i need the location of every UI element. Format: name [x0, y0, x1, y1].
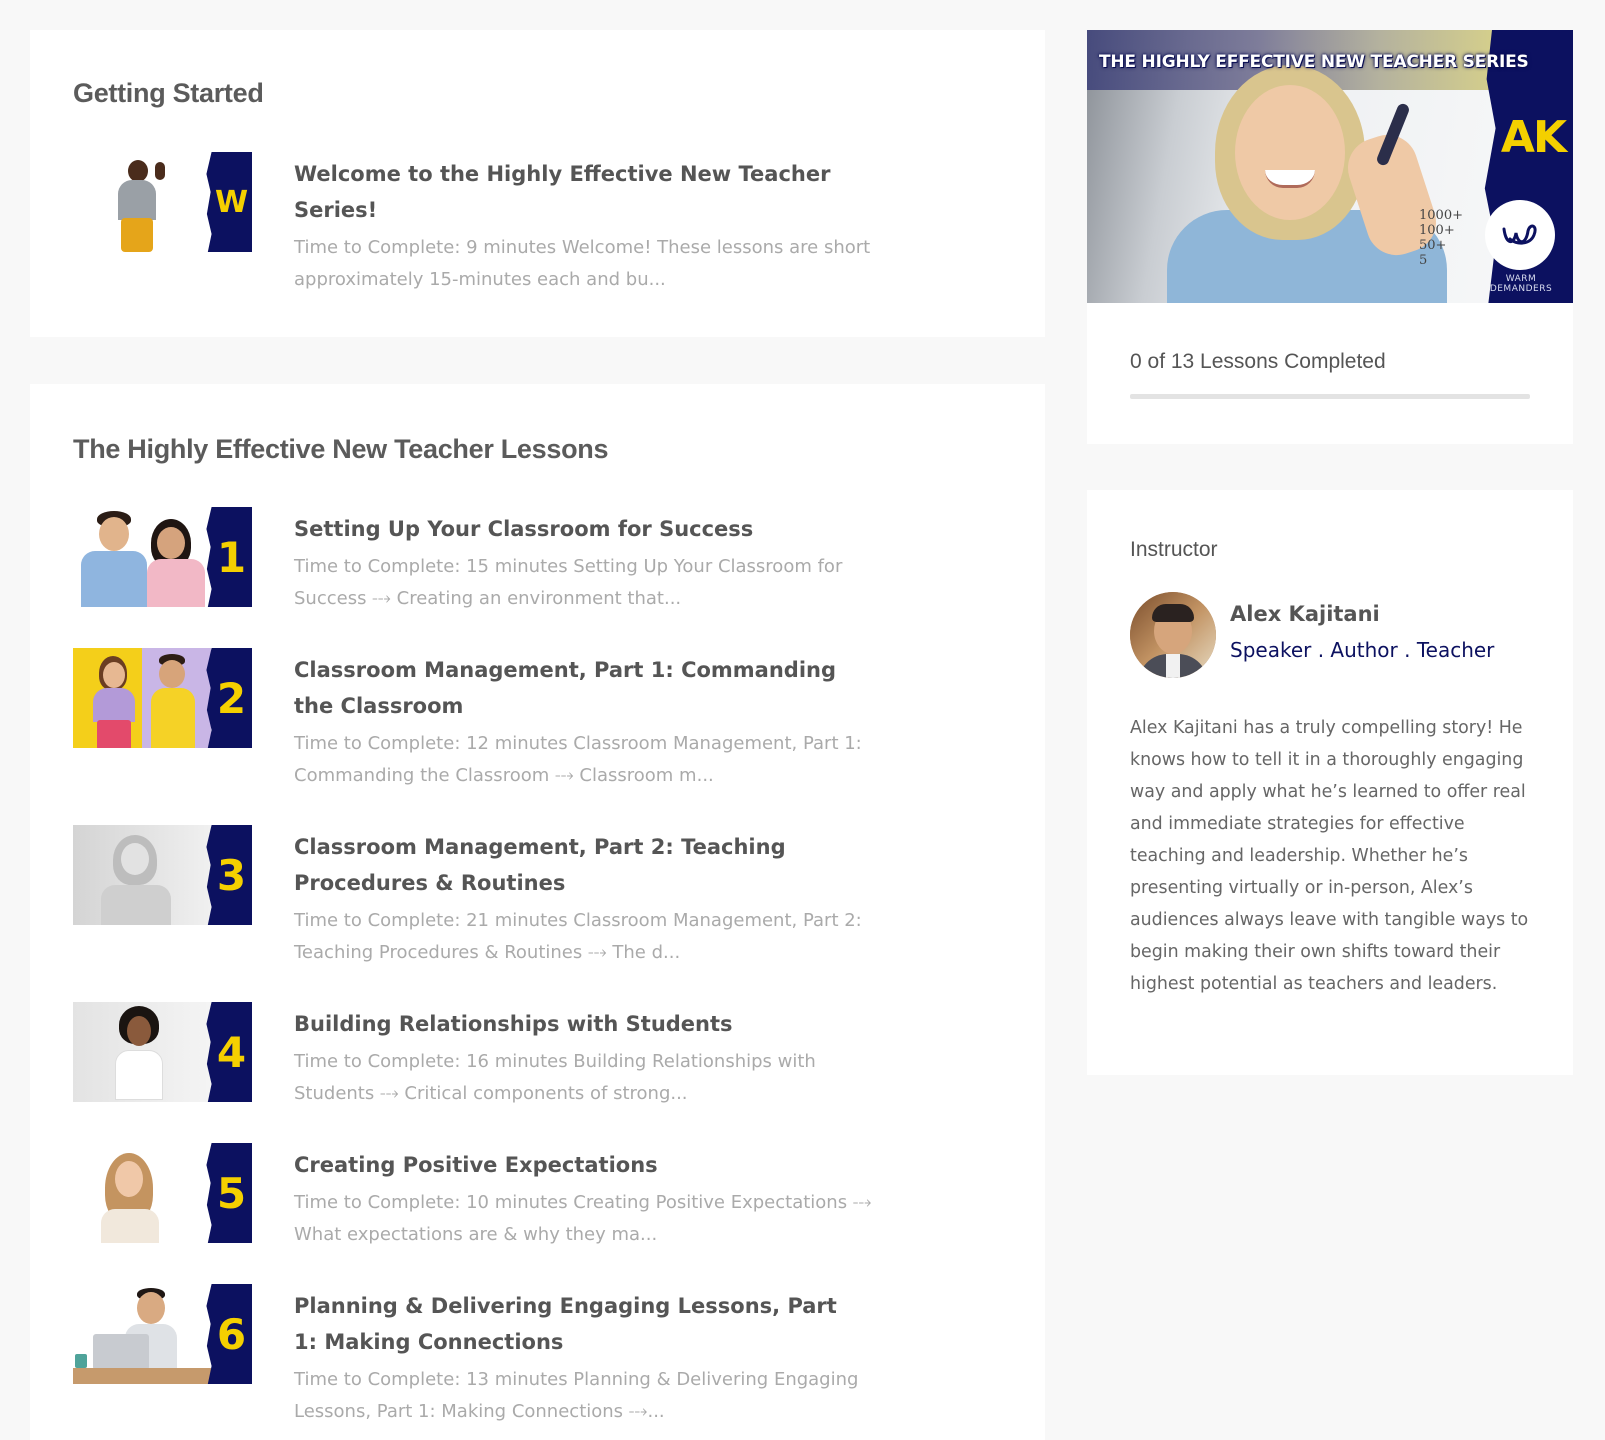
- lesson-thumbnail[interactable]: 1: [73, 507, 252, 607]
- lesson-thumbnail[interactable]: 2: [73, 648, 252, 748]
- lessons-card: The Highly Effective New Teacher Lessons…: [30, 384, 1045, 1440]
- instructor-role: Speaker . Author . Teacher: [1230, 638, 1495, 662]
- lesson-title-link[interactable]: Creating Positive Expectations: [294, 1147, 854, 1183]
- lesson-item-6[interactable]: 6 Planning & Delivering Engaging Lessons…: [73, 1284, 873, 1434]
- lesson-title-link[interactable]: Planning & Delivering Engaging Lessons, …: [294, 1288, 854, 1360]
- lesson-photo: [73, 1284, 211, 1384]
- lesson-badge: 2: [216, 673, 247, 723]
- lesson-description: Time to Complete: 10 minutes Creating Po…: [294, 1192, 872, 1245]
- logo-caption: WARM DEMANDERS: [1489, 274, 1553, 294]
- course-hero-image[interactable]: 1000+ 100+ 50+ 5 THE HIGHLY EFFECTIVE NE…: [1087, 30, 1573, 303]
- section-title-getting-started: Getting Started: [73, 78, 264, 108]
- lesson-thumbnail[interactable]: 3: [73, 825, 252, 925]
- course-banner-text: THE HIGHLY EFFECTIVE NEW TEACHER SERIES: [1099, 52, 1529, 72]
- lesson-item-welcome[interactable]: W Welcome to the Highly Effective New Te…: [73, 152, 873, 302]
- instructor-card: Instructor Alex Kajitani Speaker . Autho…: [1087, 490, 1573, 1075]
- course-card: 1000+ 100+ 50+ 5 THE HIGHLY EFFECTIVE NE…: [1087, 30, 1573, 444]
- lesson-title-link[interactable]: Building Relationships with Students: [294, 1006, 854, 1042]
- lesson-thumbnail[interactable]: 5: [73, 1143, 252, 1243]
- lesson-photo: [73, 1143, 211, 1243]
- lesson-item-2[interactable]: 2 Classroom Management, Part 1: Commandi…: [73, 648, 873, 798]
- lesson-thumbnail[interactable]: 4: [73, 1002, 252, 1102]
- lesson-title-link[interactable]: Classroom Management, Part 2: Teaching P…: [294, 829, 854, 901]
- lesson-photo: [73, 825, 211, 925]
- lesson-badge: 1: [216, 532, 247, 582]
- avatar: [1130, 592, 1216, 678]
- lesson-thumbnail[interactable]: 6: [73, 1284, 252, 1384]
- lesson-badge: W: [214, 184, 249, 220]
- instructor-name: Alex Kajitani: [1230, 602, 1380, 626]
- lesson-item-4[interactable]: 4 Building Relationships with Students T…: [73, 1002, 873, 1122]
- lesson-item-3[interactable]: 3 Classroom Management, Part 2: Teaching…: [73, 825, 873, 975]
- lesson-title-link[interactable]: Welcome to the Highly Effective New Teac…: [294, 156, 854, 228]
- lesson-photo: [73, 1002, 211, 1102]
- getting-started-card: Getting Started W Welcome to the Highly …: [30, 30, 1045, 337]
- board-math: 1000+ 100+ 50+ 5: [1419, 208, 1463, 268]
- lesson-description: Time to Complete: 12 minutes Classroom M…: [294, 733, 862, 786]
- lesson-badge: 4: [216, 1027, 247, 1077]
- lesson-thumbnail[interactable]: W: [73, 152, 252, 252]
- lesson-item-1[interactable]: 1 Setting Up Your Classroom for Success …: [73, 507, 873, 627]
- warm-demanders-logo-icon: [1502, 224, 1537, 245]
- lesson-photo: [73, 152, 211, 252]
- progress-bar: [1130, 394, 1530, 399]
- lesson-badge: 5: [216, 1168, 247, 1218]
- instructor-bio: Alex Kajitani has a truly compelling sto…: [1130, 718, 1529, 994]
- lesson-item-5[interactable]: 5 Creating Positive Expectations Time to…: [73, 1143, 873, 1263]
- instructor-heading: Instructor: [1130, 538, 1218, 561]
- lesson-description: Time to Complete: 15 minutes Setting Up …: [294, 556, 843, 609]
- lesson-title-link[interactable]: Classroom Management, Part 1: Commanding…: [294, 652, 854, 724]
- lesson-badge: 3: [216, 850, 247, 900]
- lesson-description: Time to Complete: 21 minutes Classroom M…: [294, 910, 862, 963]
- lesson-description: Time to Complete: 16 minutes Building Re…: [294, 1051, 816, 1104]
- lesson-description: Time to Complete: 13 minutes Planning & …: [294, 1369, 859, 1422]
- section-title-lessons: The Highly Effective New Teacher Lessons: [73, 434, 609, 464]
- lesson-photo: [73, 507, 211, 607]
- progress-status: 0 of 13 Lessons Completed: [1130, 350, 1386, 373]
- lesson-description: Time to Complete: 9 minutes Welcome! The…: [294, 237, 871, 290]
- lesson-photo: [73, 648, 211, 748]
- lesson-badge: 6: [216, 1309, 247, 1359]
- ak-monogram: AK: [1500, 112, 1567, 163]
- lesson-title-link[interactable]: Setting Up Your Classroom for Success: [294, 511, 854, 547]
